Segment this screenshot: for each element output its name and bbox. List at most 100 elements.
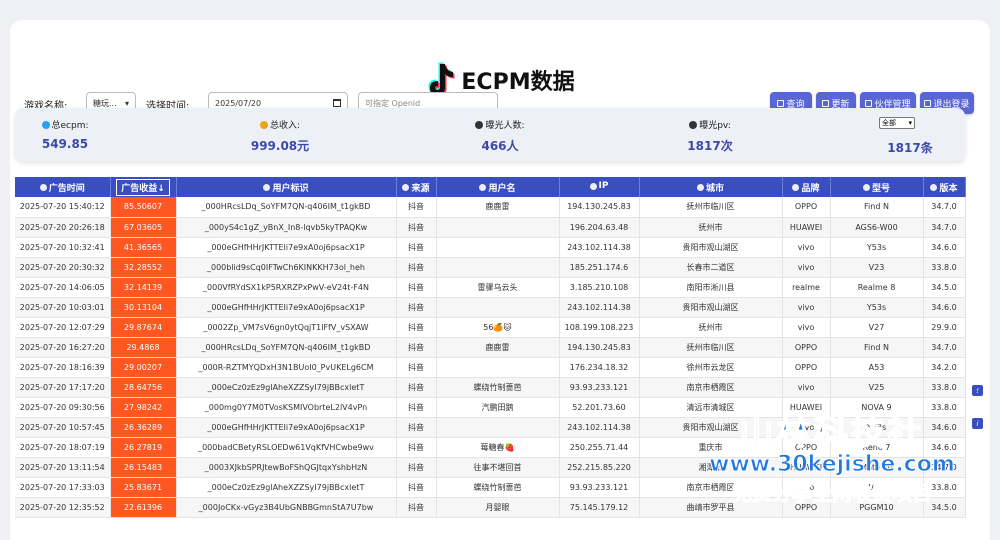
- table-cell: _0003XJkbSPRJtewBoFShQGJtqxYshbHzN: [176, 457, 397, 478]
- table-cell: [436, 297, 560, 318]
- table-cell: 抖音: [396, 417, 437, 438]
- stat-pv-value: 1817次: [687, 139, 733, 153]
- openid-placeholder: 可指定 Openid: [365, 98, 421, 108]
- table-cell: OPPO: [782, 437, 831, 458]
- table-cell: 抖音: [396, 477, 437, 498]
- table-cell: _0002Zp_VM7sV6gn0ytQqjT1lFfV_vSXAW: [176, 317, 397, 338]
- table-cell: 34.6.0: [923, 437, 966, 458]
- pencil-icon: [930, 183, 938, 191]
- column-header-1[interactable]: 广告收益↓: [110, 177, 177, 197]
- table-cell: 243.102.114.38: [559, 237, 640, 258]
- column-header-label: 广告时间: [48, 183, 85, 194]
- table-row[interactable]: 2025-07-20 20:26:18 67.03605 _000yS4c1gZ_y…: [15, 217, 966, 238]
- table-cell: Realme 8: [830, 277, 924, 298]
- date-input-value: 2025/07/20: [215, 98, 262, 108]
- table-row[interactable]: 2025-07-20 20:30:32 32.28552 _000blid9sCq0…: [15, 257, 966, 278]
- table-cell: 往事不堪回首: [436, 457, 560, 478]
- table-cell: 2025-07-20 16:27:20: [15, 337, 111, 358]
- table-cell: 34.7.0: [923, 457, 966, 478]
- phone-icon: [792, 183, 800, 191]
- table-cell: Mate 40: [830, 457, 924, 478]
- table-cell: 2025-07-20 20:30:32: [15, 257, 111, 278]
- table-cell: HUAWEI: [782, 217, 831, 238]
- table-cell: [436, 217, 560, 238]
- table-cell: 34.7.0: [923, 217, 966, 238]
- table-cell: 34.5.0: [923, 497, 966, 518]
- table-cell: 30.13104: [110, 297, 177, 318]
- table-cell: vivo: [782, 377, 831, 398]
- table-cell: 28.64756: [110, 377, 177, 398]
- table-cell: realme: [782, 277, 831, 298]
- column-header-8: 型号: [830, 177, 924, 197]
- table-cell: 抖音: [396, 497, 437, 518]
- table-row[interactable]: 2025-07-20 17:33:03 25.83671 _000eCz0zEz9g…: [15, 477, 966, 498]
- table-cell: 33.8.0: [923, 377, 966, 398]
- table-cell: 32.14139: [110, 277, 177, 298]
- table-row[interactable]: 2025-07-20 18:16:39 29.00207 _000R-RZTMYQD…: [15, 357, 966, 378]
- table-cell: 85.50607: [110, 197, 177, 218]
- table-cell: 2025-07-20 10:57:45: [15, 417, 111, 438]
- table-cell: Y53s: [830, 297, 924, 318]
- table-row[interactable]: 2025-07-20 13:11:54 26.15483 _0003XJkbSPRJ…: [15, 457, 966, 478]
- table-row[interactable]: 2025-07-20 16:27:20 29.4868 _000HRcsLDq_So…: [15, 337, 966, 358]
- table-cell: 34.7.0: [923, 197, 966, 218]
- table-cell: vivo: [782, 417, 831, 438]
- stats-panel: 总ecpm: 549.85 总收入: 999.08元 曝光人数: 466人 曝光…: [15, 108, 965, 161]
- table-cell: 93.93.233.121: [559, 377, 640, 398]
- table-cell: 贵阳市观山湖区: [639, 237, 783, 258]
- table-cell: vivo: [782, 257, 831, 278]
- table-row[interactable]: 2025-07-20 15:40:12 85.50607 _000HRcsLDq_S…: [15, 197, 966, 218]
- calendar-icon[interactable]: [333, 99, 341, 107]
- column-header-4: 用户名: [436, 177, 560, 197]
- table-header: 广告时间 广告收益↓ 用户标识 来源 用户名 IP 城市 品牌 型号 版本: [15, 177, 966, 197]
- table-cell: HUAWEI: [782, 457, 831, 478]
- table-cell: 抖音: [396, 377, 437, 398]
- table-cell: 鹿鹿雷: [436, 197, 560, 218]
- table-row[interactable]: 2025-07-20 10:57:45 26.36289 _000eGHfHHrJK…: [15, 417, 966, 438]
- table-cell: 196.204.63.48: [559, 217, 640, 238]
- table-row[interactable]: 2025-07-20 14:06:05 32.14139 _000VfRYdSX1k…: [15, 277, 966, 298]
- table-cell: 贵阳市观山湖区: [639, 417, 783, 438]
- table-cell: [436, 257, 560, 278]
- table-cell: 抚州市: [639, 217, 783, 238]
- column-header-label: 品牌: [801, 183, 820, 194]
- source-filter-select[interactable]: 全部 ▾: [879, 117, 915, 129]
- column-header-label: 来源: [411, 183, 430, 194]
- table-cell: OPPO: [782, 337, 831, 358]
- table-cell: 徐州市云龙区: [639, 357, 783, 378]
- table-cell: 鹿鹿雷: [436, 337, 560, 358]
- table-cell: OPPO: [782, 197, 831, 218]
- table-cell: 34.6.0: [923, 237, 966, 258]
- column-header-label: IP: [598, 181, 609, 192]
- table-cell: _000JoCKx-vGyz3B4UbGNBBGmnStA7U7bw: [176, 497, 397, 518]
- logout-icon: [924, 99, 932, 107]
- table-cell: 26.15483: [110, 457, 177, 478]
- table-row[interactable]: 2025-07-20 18:07:19 26.27819 _000badCBetyR…: [15, 437, 966, 458]
- table-row[interactable]: 2025-07-20 10:03:01 30.13104 _000eGHfHHrJK…: [15, 297, 966, 318]
- stat-users-label: 曝光人数:: [485, 121, 525, 131]
- table-cell: 南京市栖霞区: [639, 477, 783, 498]
- users-icon: [475, 120, 484, 129]
- table-cell: NOVA 9: [830, 397, 924, 418]
- refresh-icon: [822, 99, 830, 107]
- game-select-value: 糖玩...: [93, 98, 117, 108]
- table-row[interactable]: 2025-07-20 17:17:20 28.64756 _000eCz0zEz9g…: [15, 377, 966, 398]
- table-row[interactable]: 2025-07-20 12:07:29 29.87674 _0002Zp_VM7sV…: [15, 317, 966, 338]
- table-cell: 41.36565: [110, 237, 177, 258]
- diamond-icon: [41, 120, 50, 129]
- table-row[interactable]: 2025-07-20 09:30:56 27.98242 _000mg0Y7M0TV…: [15, 397, 966, 418]
- table-row[interactable]: 2025-07-20 10:32:41 41.36565 _000eGHfHHrJK…: [15, 237, 966, 258]
- table-cell: 250.255.71.44: [559, 437, 640, 458]
- stat-pv-label: 曝光pv:: [699, 121, 731, 131]
- info-icon[interactable]: !: [972, 385, 983, 396]
- table-cell: 56🍊🐱: [436, 317, 560, 338]
- table-row[interactable]: 2025-07-20 12:35:52 22.61396 _000JoCKx-vGy…: [15, 497, 966, 518]
- table-cell: Find N: [830, 197, 924, 218]
- table-cell: 蝶绕竹制蔷芭: [436, 377, 560, 398]
- table-cell: vivo: [782, 317, 831, 338]
- stat-income-value: 999.08元: [250, 139, 310, 153]
- table-cell: 2025-07-20 09:30:56: [15, 397, 111, 418]
- table-cell: 抖音: [396, 437, 437, 458]
- info-icon[interactable]: i: [972, 418, 983, 429]
- stat-income-label: 总收入:: [269, 121, 301, 131]
